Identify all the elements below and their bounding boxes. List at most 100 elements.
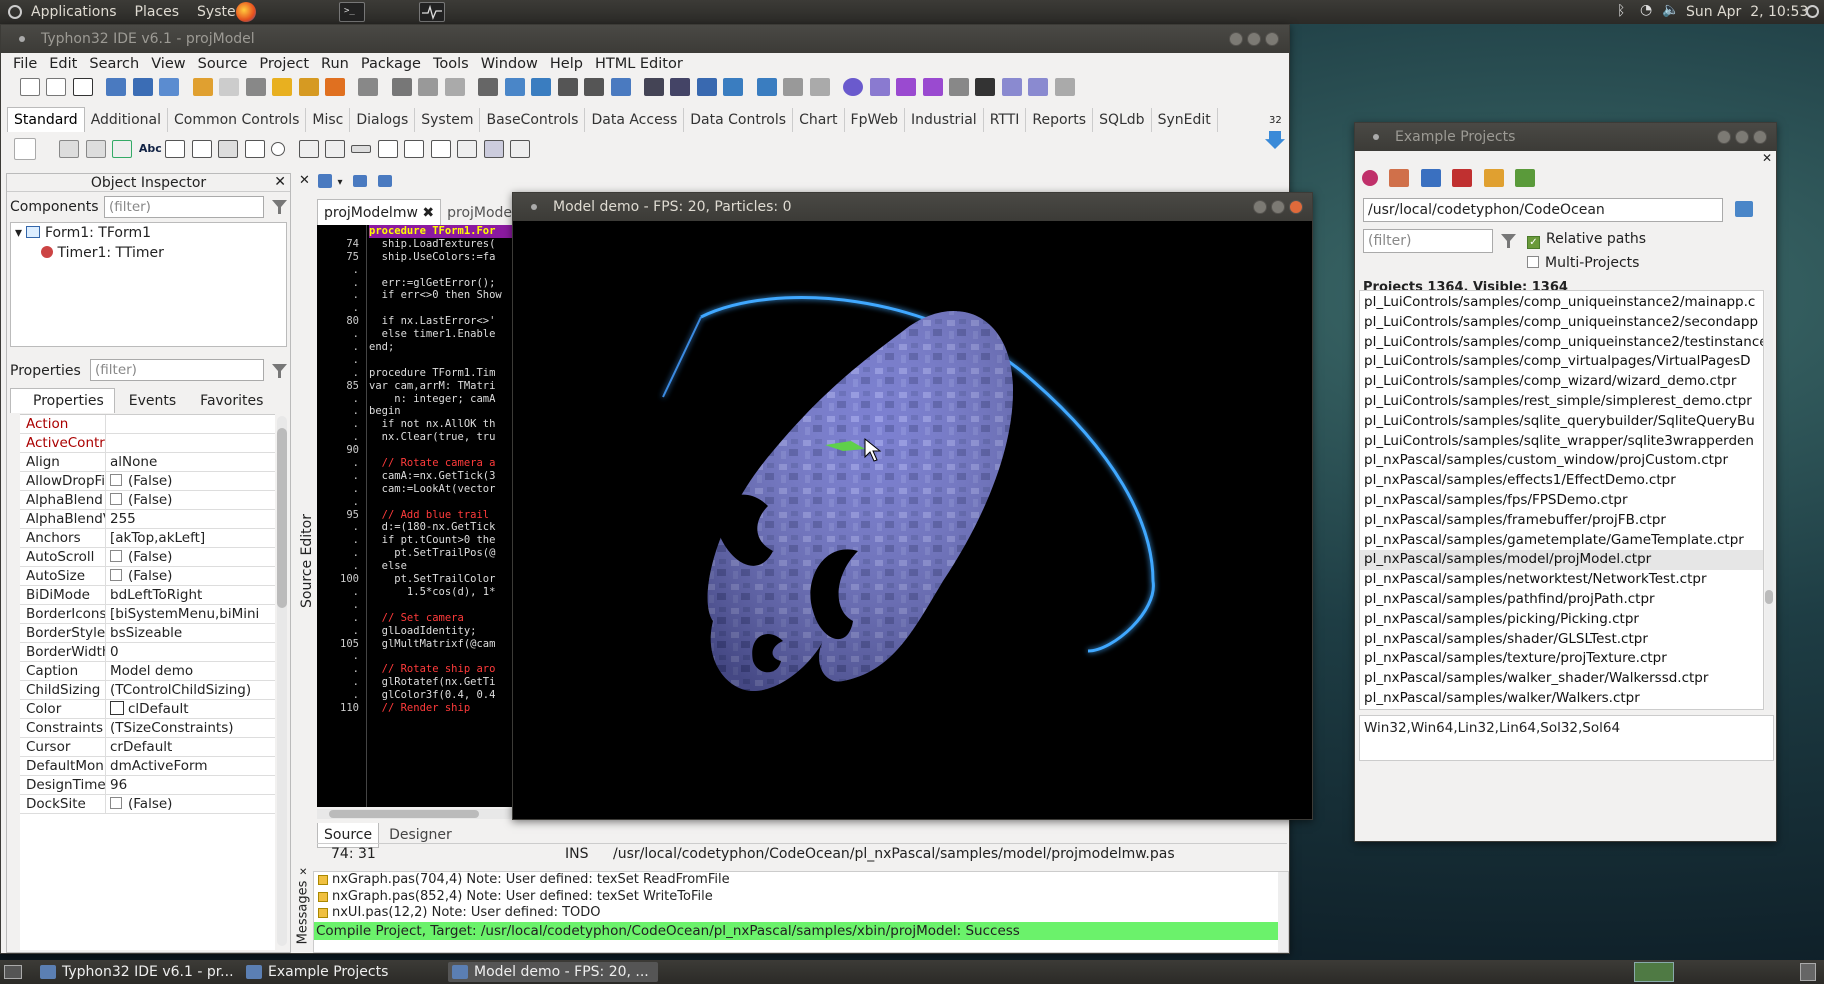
code-line[interactable]: ship.UseColors:=fa: [369, 251, 517, 264]
package-icon[interactable]: [192, 78, 213, 96]
code-line[interactable]: if pt.tCount>0 the: [369, 534, 517, 547]
menu-search[interactable]: Search: [83, 53, 145, 75]
unchecked-icon[interactable]: [110, 797, 122, 809]
property-row[interactable]: DockSite (False): [20, 795, 275, 814]
code-line[interactable]: begin: [369, 405, 517, 418]
code-line[interactable]: glMultMatrixf(@cam: [369, 638, 517, 651]
firefox-icon[interactable]: [236, 2, 256, 22]
checkbox-component-icon[interactable]: [244, 140, 265, 158]
projects-filter-input[interactable]: (filter): [1363, 229, 1493, 253]
ubuntu-logo-icon[interactable]: [8, 5, 22, 19]
tab-basecontrols[interactable]: BaseControls: [480, 108, 586, 132]
ide-titlebar[interactable]: Typhon32 IDE v6.1 - projModel: [1, 25, 1289, 53]
trash-icon[interactable]: [1800, 963, 1816, 981]
tree-item-form1[interactable]: ▾ Form1: TForm1: [11, 223, 286, 243]
tab-common-controls[interactable]: Common Controls: [168, 108, 307, 132]
tab-standard[interactable]: Standard: [7, 107, 85, 132]
project-list-item[interactable]: pl_nxPascal/samples/picking/Picking.ctpr: [1360, 610, 1763, 630]
menu-tools[interactable]: Tools: [427, 53, 475, 75]
editor-tab-projmode[interactable]: projMode: [441, 200, 518, 226]
property-value[interactable]: [106, 434, 275, 452]
code-line[interactable]: // Rotate ship aro: [369, 663, 517, 676]
project-list-item[interactable]: pl_LuiControls/samples/comp_uniqueinstan…: [1360, 333, 1763, 353]
radiobutton-component-icon[interactable]: [271, 142, 286, 156]
project-list-item[interactable]: pl_LuiControls/samples/comp_uniqueinstan…: [1360, 293, 1763, 313]
project-list-item[interactable]: pl_nxPascal/samples/shader/GLSLTest.ctpr: [1360, 630, 1763, 650]
properties-filter-input[interactable]: (filter): [90, 359, 264, 381]
power-icon[interactable]: [1806, 5, 1819, 18]
property-value[interactable]: (TControlChildSizing): [106, 681, 275, 699]
code-line[interactable]: if not nx.AllOK th: [369, 418, 517, 431]
property-row[interactable]: DefaultMonitordmActiveForm: [20, 757, 275, 776]
tab-favorites[interactable]: Favorites: [190, 389, 273, 413]
close-button[interactable]: [1265, 32, 1279, 46]
code-line[interactable]: // Rotate camera a: [369, 457, 517, 470]
code-line[interactable]: [369, 354, 517, 367]
project-inspector-icon[interactable]: [531, 78, 552, 96]
palette-down-arrow-icon[interactable]: [1265, 131, 1285, 149]
tab-chart[interactable]: Chart: [793, 108, 845, 132]
project-list-item[interactable]: pl_nxPascal/samples/fps/FPSDemo.ctpr: [1360, 491, 1763, 511]
run-params-icon[interactable]: [922, 78, 943, 96]
code-line[interactable]: [369, 496, 517, 509]
maximize-button[interactable]: [1271, 200, 1285, 214]
property-value[interactable]: (False): [106, 567, 275, 585]
menu-source[interactable]: Source: [192, 53, 254, 75]
close-tab-icon[interactable]: ✖: [422, 205, 434, 221]
radiogroup-component-icon[interactable]: [404, 140, 425, 158]
editor-hscrollbar[interactable]: [317, 809, 517, 819]
property-row[interactable]: ▶BorderIcons[biSystemMenu,biMini: [20, 605, 275, 624]
project-list-item[interactable]: pl_LuiControls/samples/sqlite_querybuild…: [1360, 412, 1763, 432]
relative-paths-checkbox[interactable]: ✓ Relative paths: [1527, 231, 1646, 249]
compile-status[interactable]: Compile Project, Target: /usr/local/code…: [314, 921, 1288, 940]
property-value[interactable]: alNone: [106, 453, 275, 471]
network-icon[interactable]: [670, 78, 691, 96]
property-row[interactable]: AutoScroll (False): [20, 548, 275, 567]
code-line[interactable]: [369, 264, 517, 277]
menu-package[interactable]: Package: [355, 53, 427, 75]
tree-item-timer1[interactable]: Timer1: TTimer: [11, 243, 286, 263]
code-line[interactable]: d:=(180-nx.GetTick: [369, 521, 517, 534]
property-value[interactable]: [106, 415, 275, 433]
code-line[interactable]: cam:=LookAt(vector: [369, 483, 517, 496]
project-list-item[interactable]: pl_nxPascal/samples/walker/Walkers.ctpr: [1360, 689, 1763, 709]
code-line[interactable]: // Add blue trail: [369, 509, 517, 522]
unchecked-icon[interactable]: [110, 569, 122, 581]
applications-menu[interactable]: Applications: [22, 0, 126, 24]
property-row[interactable]: DesignTimePPI96: [20, 776, 275, 795]
property-value[interactable]: (False): [106, 472, 275, 490]
menu-view[interactable]: View: [145, 53, 191, 75]
code-line[interactable]: [369, 444, 517, 457]
edit-component-icon[interactable]: [165, 140, 186, 158]
property-row[interactable]: BorderWidth 0: [20, 643, 275, 662]
window-menu-icon[interactable]: [1373, 134, 1379, 140]
pause-icon[interactable]: [948, 78, 969, 96]
database-icon[interactable]: [696, 78, 717, 96]
combobox-component-icon[interactable]: [324, 140, 345, 158]
window-menu-icon[interactable]: [531, 204, 537, 210]
components-icon[interactable]: [272, 78, 293, 96]
code-line[interactable]: pt.SetTrailColor: [369, 573, 517, 586]
property-value[interactable]: (False): [106, 548, 275, 566]
tab-fpweb[interactable]: FpWeb: [845, 108, 906, 132]
editor-back-icon[interactable]: ▾: [337, 177, 342, 188]
close-button[interactable]: [1753, 130, 1767, 144]
new-unit-icon[interactable]: [72, 78, 93, 96]
menu-edit[interactable]: Edit: [43, 53, 83, 75]
property-value[interactable]: [biSystemMenu,biMini: [106, 605, 275, 623]
code-line[interactable]: // Set camera: [369, 612, 517, 625]
property-value[interactable]: (TSizeConstraints): [106, 719, 275, 737]
compare-icon[interactable]: [610, 78, 631, 96]
property-row[interactable]: ActiveControl: [20, 434, 275, 453]
menu-html-editor[interactable]: HTML Editor: [589, 53, 689, 75]
project-list-item[interactable]: pl_LuiControls/samples/comp_uniqueinstan…: [1360, 313, 1763, 333]
project-list-item[interactable]: pl_LuiControls/samples/sqlite_wrapper/sq…: [1360, 432, 1763, 452]
project-list-item[interactable]: pl_nxPascal/samples/texture/projTexture.…: [1360, 649, 1763, 669]
search-icon[interactable]: [159, 78, 180, 96]
checkgroup-component-icon[interactable]: [430, 140, 451, 158]
show-desktop-icon[interactable]: [4, 965, 22, 979]
tab-dialogs[interactable]: Dialogs: [350, 108, 416, 132]
tools-icon[interactable]: [504, 78, 525, 96]
tab-industrial[interactable]: Industrial: [905, 108, 984, 132]
targets-box[interactable]: Win32,Win64,Lin32,Lin64,Sol32,Sol64: [1359, 715, 1774, 761]
